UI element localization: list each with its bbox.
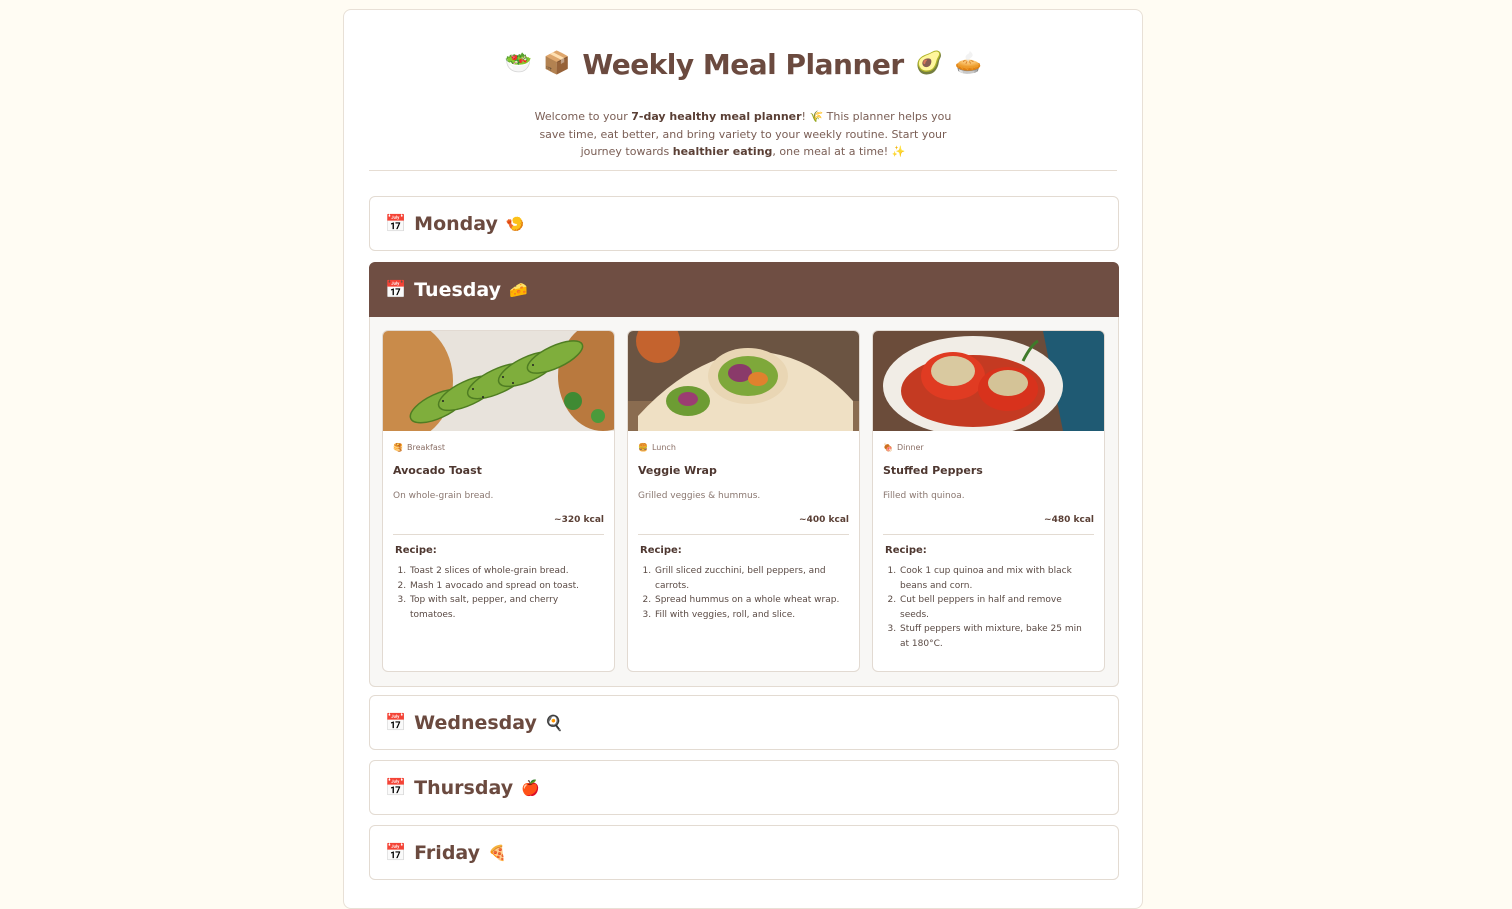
pie-icon: 🥧 bbox=[954, 51, 982, 76]
meal-name: Avocado Toast bbox=[393, 464, 482, 477]
recipe-section: Recipe: Toast 2 slices of whole-grain br… bbox=[383, 535, 614, 632]
recipe-step: Toast 2 slices of whole-grain bread. bbox=[409, 564, 602, 579]
recipe-step: Stuff peppers with mixture, bake 25 min … bbox=[899, 622, 1092, 651]
meal-calories: ~400 kcal bbox=[799, 515, 849, 525]
calendar-icon: 📅 bbox=[385, 213, 407, 234]
avocado-icon: 🥑 bbox=[915, 51, 943, 76]
page-title: 🥗 📦 Weekly Meal Planner 🥑 🥧 bbox=[344, 44, 1142, 84]
recipe-step: Grill sliced zucchini, bell peppers, and… bbox=[654, 564, 847, 593]
meal-description: Grilled veggies & hummus. bbox=[638, 491, 761, 501]
recipe-step: Cut bell peppers in half and remove seed… bbox=[899, 593, 1092, 622]
recipe-section: Recipe: Cook 1 cup quinoa and mix with b… bbox=[873, 535, 1104, 661]
day-toggle-monday[interactable]: 📅 Monday 🍤 bbox=[369, 196, 1119, 251]
meal-description: On whole-grain bread. bbox=[393, 491, 494, 501]
meal-calories: ~320 kcal bbox=[554, 515, 604, 525]
pancake-icon: 🥞 bbox=[393, 443, 403, 452]
calendar-icon: 📅 bbox=[385, 279, 407, 300]
meal-type: 🍔 Lunch bbox=[638, 443, 676, 452]
recipe-steps: Toast 2 slices of whole-grain bread. Mas… bbox=[395, 564, 602, 622]
shrimp-icon: 🍤 bbox=[505, 214, 525, 233]
recipe-steps: Cook 1 cup quinoa and mix with black bea… bbox=[885, 564, 1092, 651]
meal-name: Veggie Wrap bbox=[638, 464, 717, 477]
recipe-step: Top with salt, pepper, and cherry tomato… bbox=[409, 593, 602, 622]
meal-calories: ~480 kcal bbox=[1044, 515, 1094, 525]
recipe-label: Recipe: bbox=[885, 545, 927, 556]
day-toggle-thursday[interactable]: 📅 Thursday 🍎 bbox=[369, 760, 1119, 815]
recipe-step: Cook 1 cup quinoa and mix with black bea… bbox=[899, 564, 1092, 593]
veggie-wrap-image bbox=[628, 331, 859, 431]
day-toggle-wednesday[interactable]: 📅 Wednesday 🍳 bbox=[369, 695, 1119, 750]
box-icon: 📦 bbox=[543, 51, 571, 76]
day-name: Thursday bbox=[414, 776, 514, 799]
header: 🥗 📦 Weekly Meal Planner 🥑 🥧 Welcome to y… bbox=[344, 10, 1142, 161]
recipe-step: Fill with veggies, roll, and slice. bbox=[654, 608, 847, 623]
meat-icon: 🍖 bbox=[883, 443, 893, 452]
calendar-icon: 📅 bbox=[385, 712, 407, 733]
meal-card-dinner[interactable]: 🍖 Dinner Stuffed Peppers Filled with qui… bbox=[872, 330, 1105, 672]
meal-card-lunch[interactable]: 🍔 Lunch Veggie Wrap Grilled veggies & hu… bbox=[627, 330, 860, 672]
intro-text: Welcome to your 7-day healthy meal plann… bbox=[534, 110, 952, 158]
calendar-icon: 📅 bbox=[385, 777, 407, 798]
recipe-label: Recipe: bbox=[640, 545, 682, 556]
day-name: Wednesday bbox=[414, 711, 537, 734]
meal-name: Stuffed Peppers bbox=[883, 464, 983, 477]
avocado-toast-image bbox=[383, 331, 614, 431]
meal-description: Filled with quinoa. bbox=[883, 491, 965, 501]
day-name: Monday bbox=[414, 212, 498, 235]
recipe-section: Recipe: Grill sliced zucchini, bell pepp… bbox=[628, 535, 859, 632]
recipe-label: Recipe: bbox=[395, 545, 437, 556]
pizza-icon: 🍕 bbox=[488, 843, 507, 862]
day-name: Friday bbox=[414, 841, 481, 864]
salad-icon: 🥗 bbox=[504, 51, 532, 76]
stuffed-peppers-image bbox=[873, 331, 1104, 431]
meal-type: 🥞 Breakfast bbox=[393, 443, 446, 452]
apple-icon: 🍎 bbox=[521, 778, 540, 797]
recipe-step: Spread hummus on a whole wheat wrap. bbox=[654, 593, 847, 608]
day-name: Tuesday bbox=[414, 278, 501, 301]
frying-pan-icon: 🍳 bbox=[544, 713, 564, 732]
recipe-steps: Grill sliced zucchini, bell peppers, and… bbox=[640, 564, 847, 622]
planner-container: 🥗 📦 Weekly Meal Planner 🥑 🥧 Welcome to y… bbox=[343, 9, 1143, 909]
page-title-text: Weekly Meal Planner bbox=[582, 47, 904, 81]
cheese-icon: 🧀 bbox=[509, 280, 528, 299]
calendar-icon: 📅 bbox=[385, 842, 407, 863]
header-divider bbox=[369, 170, 1117, 171]
tuesday-meals-panel: 🥞 Breakfast Avocado Toast On whole-grain… bbox=[369, 317, 1119, 687]
day-toggle-tuesday[interactable]: 📅 Tuesday 🧀 bbox=[369, 262, 1119, 317]
meal-card-breakfast[interactable]: 🥞 Breakfast Avocado Toast On whole-grain… bbox=[382, 330, 615, 672]
meal-type: 🍖 Dinner bbox=[883, 443, 924, 452]
day-toggle-friday[interactable]: 📅 Friday 🍕 bbox=[369, 825, 1119, 880]
recipe-step: Mash 1 avocado and spread on toast. bbox=[409, 579, 602, 594]
burger-icon: 🍔 bbox=[638, 443, 648, 452]
